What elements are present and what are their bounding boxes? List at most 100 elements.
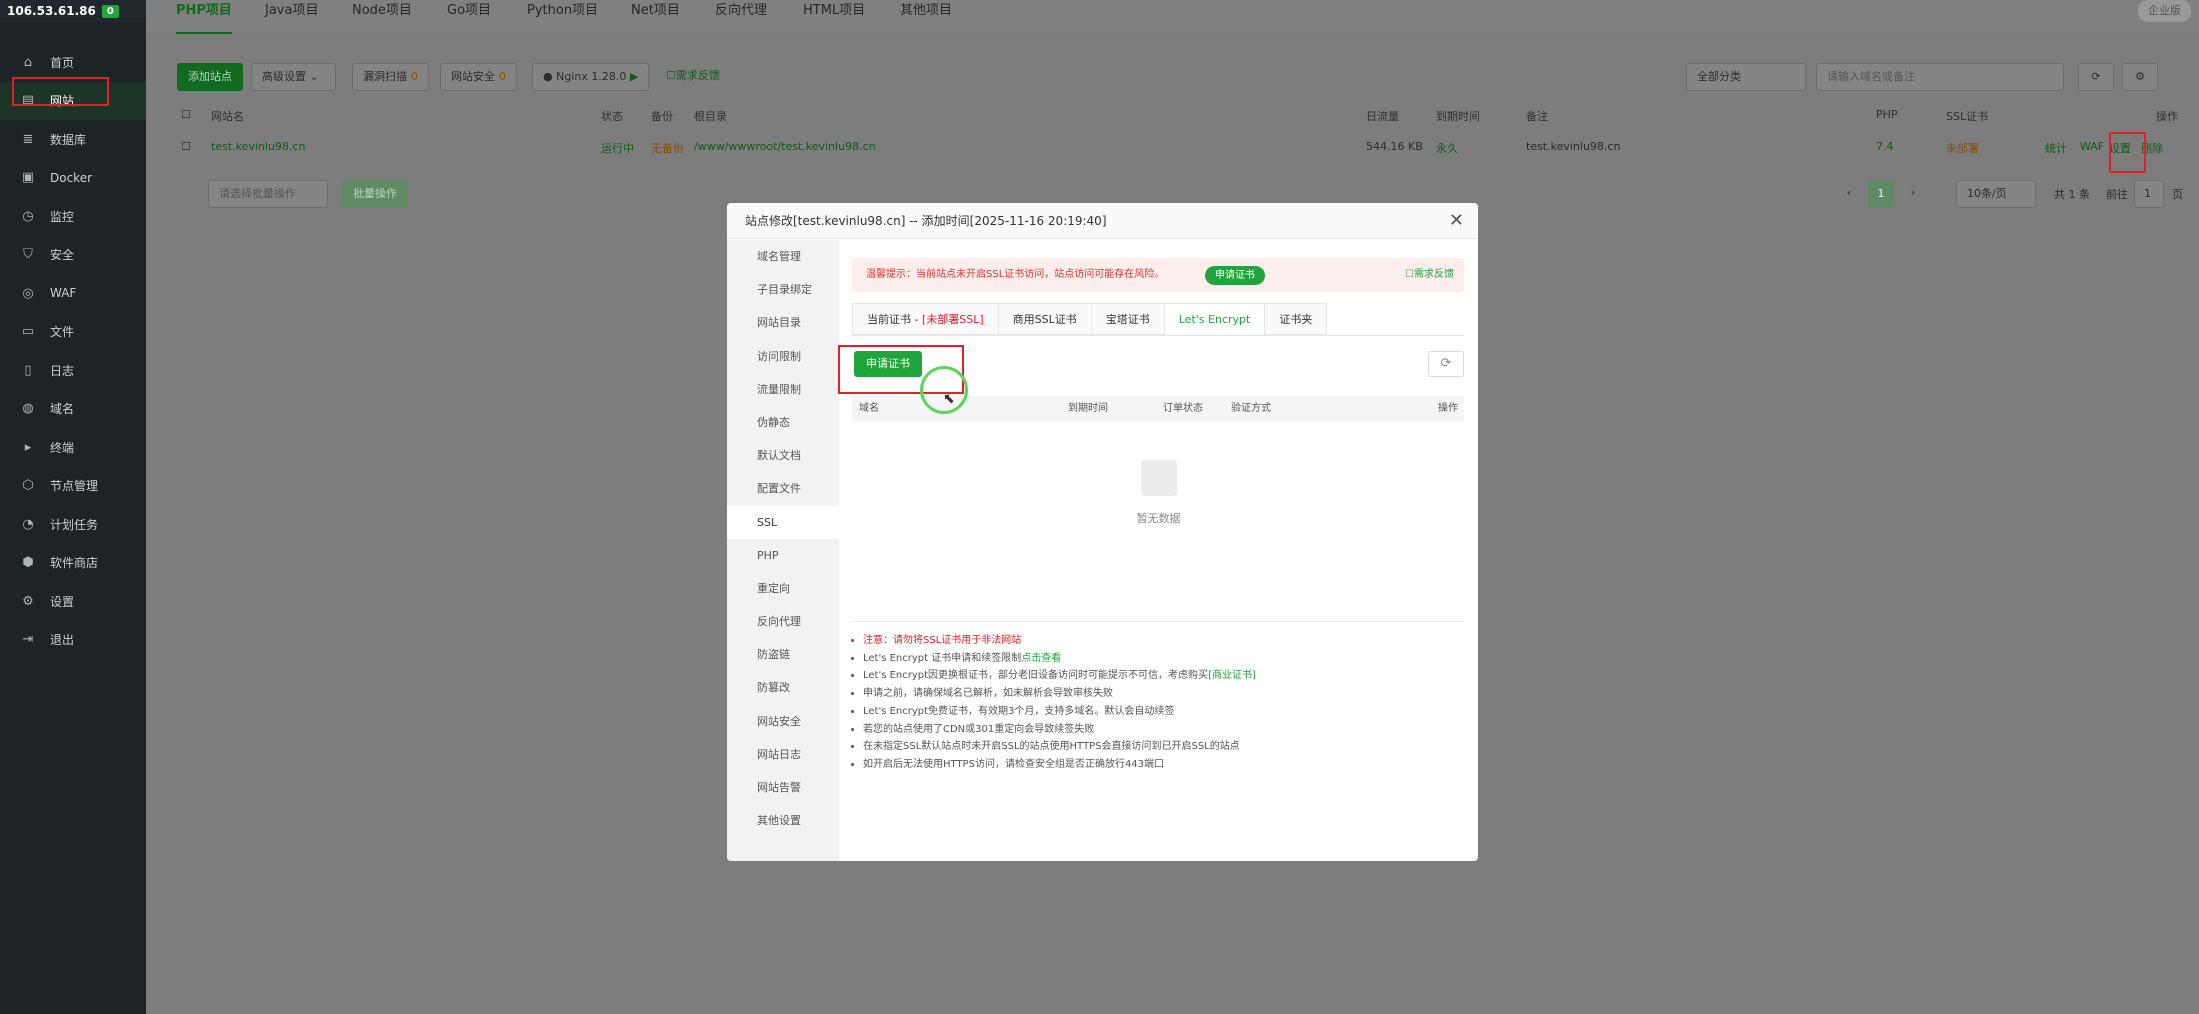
category-select[interactable]: 全部分类 [1686, 63, 1806, 91]
per-page-select[interactable]: 10条/页 [1956, 180, 2036, 208]
action-delete[interactable]: 删除 [2141, 140, 2163, 156]
goto-input[interactable]: 1 [2134, 180, 2164, 208]
modal-menu-item-3[interactable]: 访问限制 [727, 340, 839, 373]
sidebar-item-15[interactable]: ⇥ 退出 [0, 621, 146, 660]
tab-net[interactable]: Net项目 [631, 0, 680, 34]
sidebar-item-6[interactable]: ◎ WAF [0, 274, 146, 313]
modal-menu: 域名管理 子目录绑定 网站目录 访问限制 流量限制 伪静态 默认文档 配置文件 SSL PHP 重定… [727, 240, 839, 861]
ssl-status[interactable]: 未部署 [1946, 140, 1979, 156]
action-waf[interactable]: WAF [2080, 140, 2104, 153]
col-php: PHP [1876, 108, 1898, 121]
refresh-icon[interactable]: ⟳ [1428, 351, 1464, 377]
sidebar-item-11[interactable]: ⬡ 节点管理 [0, 467, 146, 506]
feedback-label: 需求反馈 [675, 69, 720, 82]
modal-menu-item-15[interactable]: 网站日志 [727, 738, 839, 771]
modal-menu-item-4[interactable]: 流量限制 [727, 373, 839, 406]
sidebar-item-12[interactable]: ◔ 计划任务 [0, 505, 146, 544]
modal-menu-item-0[interactable]: 域名管理 [727, 240, 839, 273]
modal-menu-item-14[interactable]: 网站安全 [727, 705, 839, 738]
sidebar-item-3[interactable]: ▣ Docker [0, 159, 146, 198]
tab-cert-folder[interactable]: 证书夹 [1264, 303, 1328, 335]
col-ssl[interactable]: SSL证书 [1946, 108, 1988, 124]
sidebar-item-5[interactable]: ⛉ 安全 [0, 236, 146, 275]
note-link[interactable]: [商业证书] [1208, 670, 1256, 681]
modal-menu-item-5[interactable]: 伪静态 [727, 406, 839, 439]
note-text: Let's Encrypt因更换根证书，部分老旧设备访问时可能提示不可信，考虑购… [863, 670, 1209, 682]
add-site-button[interactable]: 添加站点 [177, 63, 243, 91]
modal-menu-item-11[interactable]: 反向代理 [727, 605, 839, 638]
feedback-link[interactable]: ☐需求反馈 [656, 63, 730, 91]
php-version[interactable]: 7.4 [1876, 140, 1894, 153]
root-dir-link[interactable]: /www/wwwroot/test.kevinlu98.cn [694, 140, 876, 153]
sidebar-item-2[interactable]: ≣ 数据库 [0, 120, 146, 159]
modal-menu-item-8[interactable]: SSL [727, 505, 839, 539]
modal-menu-item-9[interactable]: PHP [727, 539, 839, 572]
warning-apply-button[interactable]: 申请证书 [1205, 266, 1265, 285]
modal-menu-item-2[interactable]: 网站目录 [727, 306, 839, 339]
sidebar-item-10[interactable]: ▸ 终端 [0, 428, 146, 467]
modal-menu-item-1[interactable]: 子目录绑定 [727, 273, 839, 306]
tab-reverse-proxy[interactable]: 反向代理 [715, 0, 767, 34]
tab-baota-cert[interactable]: 宝塔证书 [1090, 303, 1164, 335]
tab-current-cert[interactable]: 当前证书 - [未部署SSL] [852, 303, 998, 335]
notification-badge[interactable]: 0 [101, 4, 119, 18]
advanced-settings-dropdown[interactable]: 高级设置 ⌄ [251, 63, 336, 91]
close-icon[interactable]: ✕ [1449, 203, 1464, 239]
backup-status[interactable]: 无备份 [651, 140, 684, 156]
site-security-button[interactable]: 网站安全 0 [440, 63, 517, 91]
note-text: 如开启后无法使用HTTPS访问，请检查安全组是否正确放行443端口 [863, 758, 1165, 770]
modal-menu-item-6[interactable]: 默认文档 [727, 439, 839, 472]
sidebar-item-13[interactable]: ⬢ 软件商店 [0, 544, 146, 583]
note-link[interactable]: 点击查看 [1021, 653, 1061, 664]
tab-other[interactable]: 其他项目 [900, 0, 952, 34]
nginx-button[interactable]: ● Nginx 1.28.0 ▶ [532, 63, 650, 91]
status-running[interactable]: 运行中 [601, 140, 634, 156]
batch-button[interactable]: 批量操作 [342, 180, 408, 208]
sidebar-item-4[interactable]: ◷ 监控 [0, 197, 146, 236]
modal-menu-item-17[interactable]: 其他设置 [727, 804, 839, 837]
vuln-scan-button[interactable]: 漏洞扫描 0 [352, 63, 429, 91]
sidebar-item-8[interactable]: ▯ 日志 [0, 351, 146, 390]
search-input[interactable]: 请输入域名或备注 [1816, 63, 2064, 91]
site-name-link[interactable]: test.kevinlu98.cn [211, 140, 305, 153]
tab-go[interactable]: Go项目 [447, 0, 491, 34]
apply-cert-button[interactable]: 申请证书 [854, 351, 922, 377]
note-value[interactable]: test.kevinlu98.cn [1526, 140, 1620, 153]
expire-value[interactable]: 永久 [1436, 140, 1458, 156]
enterprise-badge[interactable]: 企业版 [2138, 0, 2191, 22]
sidebar-item-9[interactable]: ◍ 域名 [0, 390, 146, 429]
modal-menu-item-13[interactable]: 防篡改 [727, 671, 839, 704]
header-checkbox[interactable]: ☐ [181, 108, 191, 121]
col-expire[interactable]: 到期时间 [1436, 108, 1480, 124]
modal-menu-item-16[interactable]: 网站告警 [727, 771, 839, 804]
prev-page[interactable]: ‹ [1836, 180, 1862, 208]
col-status[interactable]: 状态 [601, 108, 623, 124]
cert-col-verify: 验证方式 [1231, 403, 1271, 414]
row-checkbox[interactable]: ☐ [181, 140, 191, 153]
tab-node[interactable]: Node项目 [352, 0, 412, 34]
tab-html[interactable]: HTML项目 [803, 0, 865, 34]
tab-lets-encrypt[interactable]: Let's Encrypt [1163, 303, 1265, 335]
modal-menu-item-12[interactable]: 防盗链 [727, 638, 839, 671]
modal-menu-item-10[interactable]: 重定向 [727, 572, 839, 605]
sidebar-item-14[interactable]: ⚙ 设置 [0, 582, 146, 621]
database-icon: ≣ [22, 131, 34, 147]
modal-feedback-link[interactable]: ☐需求反馈 [1405, 258, 1454, 292]
refresh-icon[interactable]: ⟳ [2078, 63, 2114, 91]
chevron-down-icon: ⌄ [309, 70, 319, 83]
sidebar-item-7[interactable]: ▭ 文件 [0, 313, 146, 352]
col-site-name[interactable]: 网站名 [211, 108, 244, 124]
next-page[interactable]: › [1900, 180, 1926, 208]
page-1[interactable]: 1 [1868, 180, 1894, 208]
tab-commercial-ssl[interactable]: 商用SSL证书 [997, 303, 1091, 335]
sidebar-item-1[interactable]: ▤ 网站 [0, 81, 146, 120]
tab-python[interactable]: Python项目 [527, 0, 598, 34]
modal-menu-item-7[interactable]: 配置文件 [727, 472, 839, 505]
settings-icon[interactable]: ⚙ [2122, 63, 2158, 91]
tab-java[interactable]: Java项目 [265, 0, 318, 34]
sidebar-item-0[interactable]: ⌂ 首页 [0, 43, 146, 82]
action-stats[interactable]: 统计 [2045, 140, 2067, 156]
tab-php[interactable]: PHP项目 [176, 0, 232, 34]
batch-select[interactable]: 请选择批量操作 [208, 180, 328, 208]
action-settings[interactable]: 设置 [2109, 140, 2131, 156]
